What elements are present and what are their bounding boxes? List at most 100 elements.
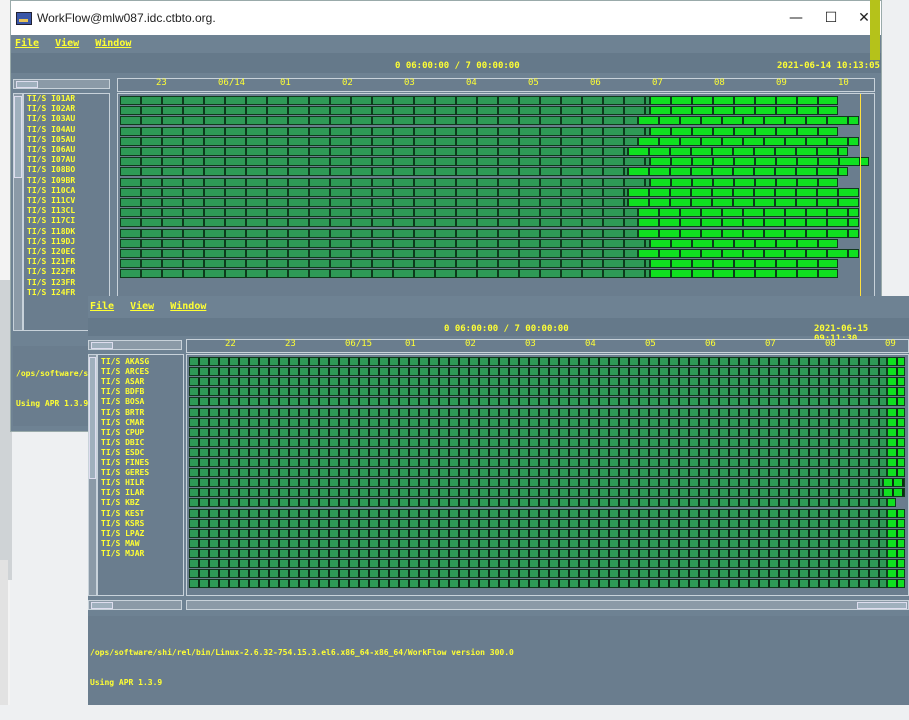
station-label[interactable]: TI/S I10CA (27, 186, 75, 195)
processing-interval-recent[interactable] (638, 136, 859, 146)
processing-interval[interactable] (189, 498, 887, 508)
station-label[interactable]: TI/S I23FR (27, 278, 75, 287)
processing-interval-recent[interactable] (628, 147, 848, 156)
processing-interval[interactable] (189, 579, 887, 589)
processing-interval-recent[interactable] (887, 548, 905, 558)
scroll-thumb[interactable] (91, 602, 113, 609)
processing-interval[interactable] (120, 187, 628, 197)
station-label[interactable]: TI/S I07AU (27, 155, 75, 164)
window-titlebar[interactable]: WorkFlow@mlw087.idc.ctbto.org. — ☐ ✕ (11, 1, 881, 35)
processing-interval-recent[interactable] (887, 528, 905, 538)
workflow-window-front[interactable]: File View Window 0 06:00:00 / 7 00:00:00… (88, 296, 909, 705)
menu-view[interactable]: View (55, 38, 79, 49)
station-label[interactable]: TI/S I05AU (27, 135, 75, 144)
station-label[interactable]: TI/S I09BR (27, 176, 75, 185)
processing-interval[interactable] (189, 468, 887, 478)
scroll-thumb[interactable] (16, 81, 38, 88)
processing-interval[interactable] (120, 249, 638, 258)
processing-interval[interactable] (189, 367, 887, 377)
processing-interval-recent[interactable] (638, 228, 859, 238)
processing-interval[interactable] (120, 126, 650, 136)
processing-interval-recent[interactable] (887, 377, 905, 387)
processing-interval-recent[interactable] (650, 126, 838, 136)
processing-interval-recent[interactable] (883, 478, 905, 488)
processing-interval-recent[interactable] (887, 407, 905, 417)
scroll-thumb[interactable] (857, 602, 907, 609)
menu-view[interactable]: View (130, 301, 154, 312)
label-column-scrollbar[interactable] (88, 340, 182, 350)
processing-interval[interactable] (189, 387, 887, 397)
processing-interval-recent[interactable] (887, 447, 905, 457)
station-label[interactable]: TI/S MJAR (101, 549, 144, 558)
processing-interval[interactable] (120, 147, 628, 156)
label-hscroll[interactable] (88, 600, 182, 610)
processing-interval[interactable] (120, 228, 638, 238)
station-label[interactable]: TI/S I02AR (27, 104, 75, 113)
station-label[interactable]: TI/S I21FR (27, 257, 75, 266)
processing-interval-recent[interactable] (887, 357, 905, 366)
processing-interval[interactable] (189, 407, 887, 417)
station-label[interactable]: TI/S I20EC (27, 247, 75, 256)
processing-interval[interactable] (120, 259, 650, 269)
scroll-thumb[interactable] (91, 342, 113, 349)
station-label[interactable]: TI/S ARCES (101, 367, 149, 376)
processing-interval-recent[interactable] (650, 259, 838, 269)
processing-interval[interactable] (189, 518, 887, 528)
station-label[interactable]: TI/S FINES (101, 458, 149, 467)
processing-interval[interactable] (189, 357, 887, 366)
station-label[interactable]: TI/S I18DK (27, 227, 75, 236)
processing-interval[interactable] (189, 538, 887, 548)
processing-interval[interactable] (189, 528, 887, 538)
processing-interval-recent[interactable] (887, 417, 905, 427)
station-label[interactable]: TI/S I19DJ (27, 237, 75, 246)
station-label[interactable]: TI/S I04AU (27, 125, 75, 134)
station-label[interactable]: TI/S ILAR (101, 488, 144, 497)
processing-interval[interactable] (189, 427, 887, 437)
label-column-scrollbar[interactable] (13, 79, 110, 89)
processing-interval[interactable] (120, 157, 650, 167)
processing-interval-recent[interactable] (650, 269, 838, 279)
station-label[interactable]: TI/S CMAR (101, 418, 144, 427)
processing-interval-recent[interactable] (650, 157, 869, 167)
vertical-scrollbar[interactable] (13, 93, 23, 331)
station-label[interactable]: TI/S CPUP (101, 428, 144, 437)
station-label[interactable]: TI/S BDFB (101, 387, 144, 396)
processing-interval[interactable] (189, 458, 887, 467)
vertical-scrollbar[interactable] (88, 354, 97, 596)
processing-interval[interactable] (120, 238, 650, 248)
station-label[interactable]: TI/S GERES (101, 468, 149, 477)
processing-interval-recent[interactable] (638, 218, 859, 228)
processing-interval-recent[interactable] (887, 387, 905, 397)
processing-interval-recent[interactable] (887, 468, 905, 478)
processing-interval[interactable] (120, 269, 650, 279)
processing-interval-recent[interactable] (650, 106, 838, 116)
processing-interval-recent[interactable] (638, 249, 859, 258)
station-label[interactable]: TI/S I24FR (27, 288, 75, 297)
processing-interval[interactable] (120, 116, 638, 126)
processing-interval[interactable] (120, 167, 628, 177)
station-label[interactable]: TI/S AKASG (101, 357, 149, 366)
maximize-button[interactable]: ☐ (816, 9, 846, 27)
menu-file[interactable]: File (15, 38, 39, 49)
station-label[interactable]: TI/S I01AR (27, 94, 75, 103)
processing-interval-recent[interactable] (628, 187, 859, 197)
processing-interval[interactable] (120, 96, 650, 105)
menu-window[interactable]: Window (170, 301, 206, 312)
station-label[interactable]: TI/S I13CL (27, 206, 75, 215)
processing-interval[interactable] (189, 417, 887, 427)
station-label[interactable]: TI/S ASAR (101, 377, 144, 386)
processing-interval[interactable] (120, 177, 650, 187)
processing-interval-recent[interactable] (650, 96, 838, 105)
processing-interval-recent[interactable] (887, 559, 905, 568)
station-label[interactable]: TI/S I03AU (27, 114, 75, 123)
processing-interval[interactable] (189, 478, 883, 488)
station-label[interactable]: TI/S KBZ (101, 498, 140, 507)
processing-interval-recent[interactable] (887, 427, 905, 437)
processing-interval[interactable] (120, 106, 650, 116)
processing-interval[interactable] (189, 569, 887, 579)
processing-interval[interactable] (189, 559, 887, 568)
station-label[interactable]: TI/S ESDC (101, 448, 144, 457)
processing-interval-recent[interactable] (887, 508, 905, 518)
processing-interval-recent[interactable] (883, 488, 905, 498)
processing-interval-recent[interactable] (638, 116, 859, 126)
